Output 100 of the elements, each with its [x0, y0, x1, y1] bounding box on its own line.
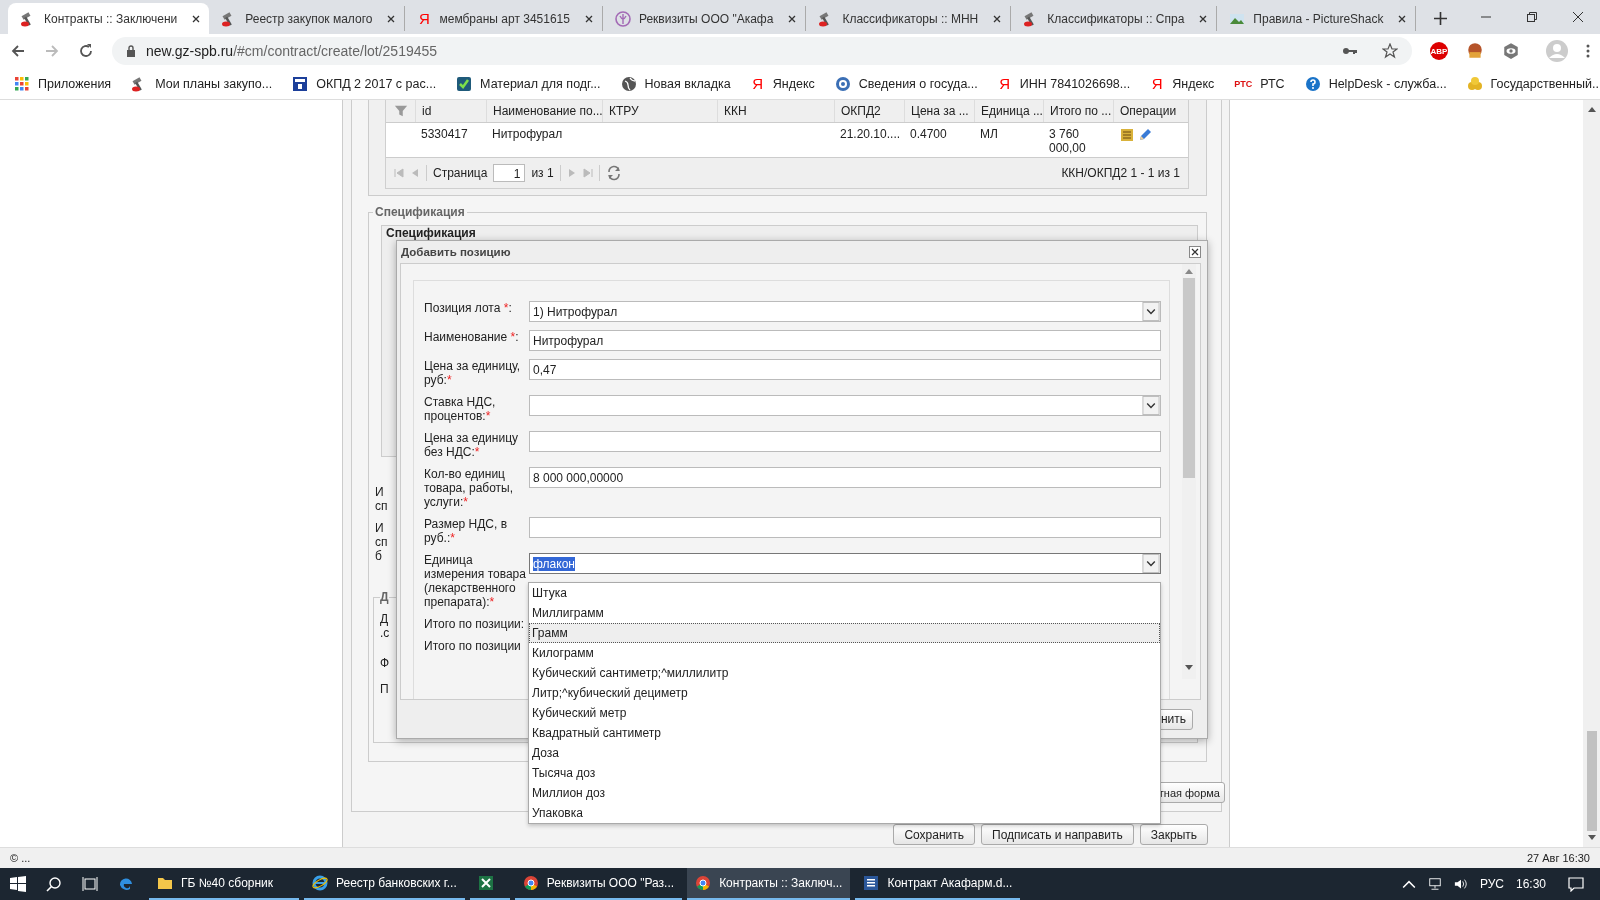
field-label: Итого по позиции: [424, 617, 526, 631]
url-text: new.gz-spb.ru/#cm/contract/create/lot/2519455 [146, 43, 439, 59]
action-button[interactable]: Подписать и направить [981, 824, 1134, 845]
column-header[interactable]: id [415, 100, 486, 122]
bookmark[interactable]: Материал для подг... [456, 75, 601, 92]
bookmark[interactable]: Государственный... [1466, 75, 1600, 92]
browser-tab[interactable]: Реквизиты ООО "Акафа [602, 6, 807, 31]
bookmark[interactable]: РТС РТС [1234, 76, 1285, 91]
column-header[interactable]: Операции [1113, 100, 1177, 122]
column-header[interactable]: Итого по ... [1043, 100, 1113, 122]
close-icon[interactable] [583, 13, 594, 24]
column-header[interactable]: Единица ... [974, 100, 1043, 122]
scrollbar[interactable] [1583, 100, 1600, 847]
close-icon[interactable] [1397, 13, 1408, 24]
scroll-up-icon[interactable] [1587, 106, 1596, 112]
label-text: Ф [380, 656, 390, 670]
text-field[interactable]: Нитрофурал [529, 330, 1161, 351]
scroll-down-icon[interactable] [1587, 835, 1596, 841]
page-number-field[interactable]: 1 [493, 164, 526, 182]
browser-tab[interactable]: Правила - PictureShack [1217, 6, 1417, 31]
label-text: .с [380, 626, 390, 640]
close-icon[interactable] [1572, 11, 1584, 23]
taskbar-item[interactable]: Реквизиты ООО "Раз... [514, 868, 683, 900]
close-icon[interactable] [191, 13, 202, 24]
bookmark[interactable]: Мои планы закупо... [131, 75, 273, 92]
language-indicator[interactable]: РУС [1479, 877, 1504, 891]
dropdown-option[interactable]: Штука [529, 583, 1160, 603]
column-header[interactable]: Наименование по... [486, 100, 602, 122]
taskbar-item[interactable]: Контракты :: Заключ... [687, 868, 851, 900]
close-icon[interactable] [1189, 246, 1201, 258]
taskbar-item[interactable]: Контракт Акафарм.d... [855, 868, 1021, 900]
dropdown-option[interactable]: Упаковка [529, 803, 1160, 823]
refresh-icon[interactable] [605, 165, 622, 181]
dropdown-option[interactable]: Миллиграмм [529, 603, 1160, 623]
dropdown-option[interactable]: Кубический сантиметр;^миллилитр [529, 663, 1160, 683]
close-icon[interactable] [1198, 13, 1209, 24]
dropdown-option[interactable]: Грамм [529, 623, 1160, 643]
extension-icon[interactable] [1466, 42, 1484, 60]
text-field[interactable] [529, 517, 1161, 538]
taskbar-item[interactable]: Реестр банковских г... [304, 868, 465, 900]
label-text: И [375, 485, 384, 499]
close-icon[interactable] [992, 13, 1003, 24]
bookmark[interactable]: Сведения о госуда... [834, 75, 978, 92]
paging-summary: ККН/ОКПД2 1 - 1 из 1 [1061, 166, 1180, 180]
text-field[interactable] [529, 431, 1161, 452]
browser-tab[interactable]: Реестр закупок малого [209, 6, 406, 31]
column-header[interactable]: ККН [717, 100, 834, 122]
scrollbar-thumb[interactable] [1586, 731, 1597, 831]
fieldset-legend: Спецификация [373, 205, 467, 219]
bookmark[interactable]: ОКПД 2 2017 с рас... [292, 75, 437, 92]
menu-icon[interactable] [1586, 43, 1590, 59]
browser-tab[interactable]: Классификаторы :: Спра [1011, 6, 1218, 31]
dropdown-field[interactable]: флакон [529, 553, 1161, 574]
scrollbar[interactable] [1182, 264, 1196, 679]
network-icon[interactable] [1427, 877, 1442, 891]
bookmark[interactable]: Я Яндекс [1150, 75, 1215, 92]
new-tab-icon[interactable] [1434, 12, 1448, 25]
status-text: © ... [10, 852, 31, 864]
dropdown-option[interactable]: Доза [529, 743, 1160, 763]
field-label: Кол-во единиц товара, работы, услуги:* [424, 467, 515, 509]
browser-tab[interactable]: Контракты :: Заключени [8, 3, 210, 34]
reload-icon[interactable] [78, 43, 94, 59]
scroll-down-icon[interactable] [1185, 665, 1193, 671]
dropdown-option[interactable]: Килограмм [529, 643, 1160, 663]
action-button[interactable]: Закрыть [1139, 824, 1208, 845]
dropdown-field[interactable] [529, 395, 1161, 416]
bookmark[interactable]: HelpDesk - служба... [1304, 75, 1447, 92]
notifications-icon[interactable] [1568, 876, 1584, 892]
bookmark[interactable]: Я ИНН 7841026698... [997, 75, 1131, 92]
pencil-icon[interactable] [1137, 127, 1153, 143]
bookmark[interactable]: Новая вкладка [620, 75, 731, 92]
star-icon[interactable] [1382, 43, 1398, 59]
speaker-icon[interactable] [1453, 877, 1468, 891]
dropdown-option[interactable]: Литр;^кубический дециметр [529, 683, 1160, 703]
text-field[interactable]: 0,47 [529, 359, 1161, 380]
dropdown-field[interactable]: 1) Нитрофурал [529, 301, 1161, 322]
dropdown-option[interactable]: Тысяча доз [529, 763, 1160, 783]
scrollbar-thumb[interactable] [1183, 278, 1195, 478]
bookmark[interactable]: Я Яндекс [750, 75, 815, 92]
action-button[interactable]: Сохранить [893, 824, 976, 845]
taskbar-item[interactable]: ГБ №40 сборник [149, 868, 299, 900]
back-icon[interactable] [10, 43, 26, 59]
browser-tab[interactable]: Классификаторы :: МНН [806, 6, 1012, 31]
column-header[interactable]: ОКПД2 [834, 100, 904, 122]
circle-logo-icon [614, 10, 631, 27]
column-header[interactable]: Цена за ... [904, 100, 974, 122]
close-icon[interactable] [787, 13, 798, 24]
seal-icon [834, 75, 851, 92]
browser-tab[interactable]: Я мембраны арт 3451615 [405, 6, 603, 31]
restore-icon[interactable] [1526, 11, 1538, 23]
eye-icon[interactable] [1502, 42, 1520, 60]
bookmark[interactable]: Приложения [14, 75, 112, 92]
checkmark-icon [456, 75, 473, 92]
close-icon[interactable] [386, 13, 397, 24]
adblock-icon[interactable]: ABP [1430, 42, 1448, 60]
scroll-up-icon[interactable] [1185, 268, 1193, 274]
address-bar[interactable]: new.gz-spb.ru/#cm/contract/create/lot/2519455 [112, 37, 1412, 65]
text-field[interactable]: 8 000 000,00000 [529, 467, 1161, 488]
column-header[interactable]: КТРУ [602, 100, 717, 122]
clock[interactable]: 16:30 [1515, 877, 1546, 891]
